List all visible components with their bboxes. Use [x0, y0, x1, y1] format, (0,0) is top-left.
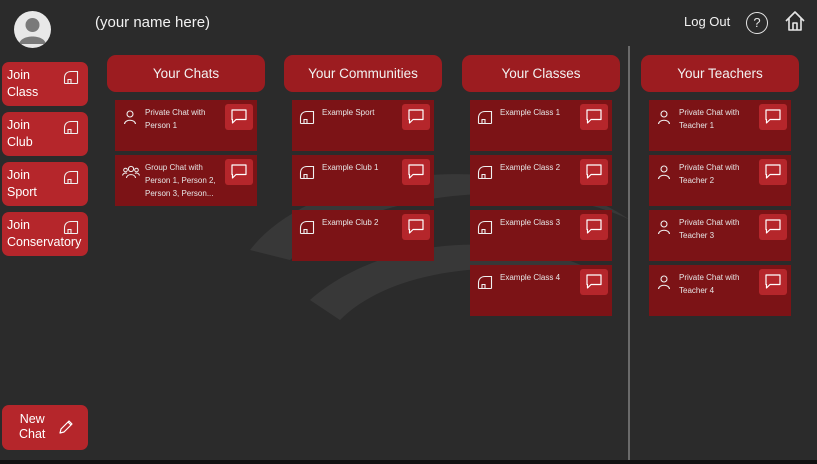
- open-chat-button[interactable]: [580, 104, 608, 130]
- card-title: Example Class 2: [500, 163, 561, 172]
- teachers-card[interactable]: Private Chat with Teacher 1: [649, 100, 791, 151]
- join-club-button[interactable]: Join Club: [2, 112, 88, 156]
- help-icon[interactable]: ?: [746, 12, 768, 34]
- column-header-chats[interactable]: Your Chats: [107, 55, 265, 92]
- join-class-label: Join Class: [7, 68, 39, 99]
- hall-icon: [477, 109, 493, 125]
- card-title: Private Chat with Teacher 2: [679, 163, 740, 185]
- join-sport-label: Join Sport: [7, 168, 37, 199]
- card-title: Example Club 2: [322, 218, 379, 227]
- teachers-card[interactable]: Private Chat with Teacher 2: [649, 155, 791, 206]
- hall-icon: [299, 164, 315, 180]
- hall-icon: [477, 274, 493, 290]
- new-chat-button[interactable]: New Chat: [2, 405, 88, 450]
- card-title: Example Sport: [322, 108, 375, 117]
- join-club-label: Join Club: [7, 118, 33, 149]
- column-header-teachers[interactable]: Your Teachers: [641, 55, 799, 92]
- card-title: Private Chat with Teacher 3: [679, 218, 740, 240]
- hall-icon: [63, 119, 79, 135]
- pencil-icon: [59, 420, 73, 434]
- person-icon: [656, 109, 672, 125]
- column-divider: [628, 46, 630, 460]
- card-title: Example Class 4: [500, 273, 561, 282]
- open-chat-button[interactable]: [580, 214, 608, 240]
- card-title: Private Chat with Person 1: [145, 108, 206, 130]
- new-chat-label: New Chat: [19, 412, 46, 441]
- column-header-communities[interactable]: Your Communities: [284, 55, 442, 92]
- classes-card[interactable]: Example Class 1: [470, 100, 612, 151]
- person-icon: [656, 274, 672, 290]
- open-chat-button[interactable]: [402, 104, 430, 130]
- bottom-bar: [0, 460, 817, 464]
- open-chat-button[interactable]: [759, 159, 787, 185]
- hall-icon: [63, 219, 79, 235]
- hall-icon: [299, 109, 315, 125]
- open-chat-button[interactable]: [759, 214, 787, 240]
- avatar[interactable]: [14, 11, 51, 48]
- logout-link[interactable]: Log Out: [684, 14, 730, 29]
- column-header-classes[interactable]: Your Classes: [462, 55, 620, 92]
- group-icon: [122, 164, 140, 180]
- teachers-card[interactable]: Private Chat with Teacher 3: [649, 210, 791, 261]
- card-title: Group Chat with Person 1, Person 2, Pers…: [145, 163, 216, 198]
- open-chat-button[interactable]: [402, 159, 430, 185]
- open-chat-button[interactable]: [402, 214, 430, 240]
- person-icon: [122, 109, 138, 125]
- chats-card[interactable]: Private Chat with Person 1: [115, 100, 257, 151]
- open-chat-button[interactable]: [759, 104, 787, 130]
- hall-icon: [299, 219, 315, 235]
- hall-icon: [477, 219, 493, 235]
- card-title: Example Club 1: [322, 163, 379, 172]
- classes-card[interactable]: Example Class 2: [470, 155, 612, 206]
- open-chat-button[interactable]: [225, 159, 253, 185]
- open-chat-button[interactable]: [580, 159, 608, 185]
- home-icon[interactable]: [784, 10, 806, 32]
- chats-card[interactable]: Group Chat with Person 1, Person 2, Pers…: [115, 155, 257, 206]
- communities-card[interactable]: Example Club 1: [292, 155, 434, 206]
- classes-card[interactable]: Example Class 4: [470, 265, 612, 316]
- communities-card[interactable]: Example Club 2: [292, 210, 434, 261]
- communities-card[interactable]: Example Sport: [292, 100, 434, 151]
- hall-icon: [63, 69, 79, 85]
- join-sport-button[interactable]: Join Sport: [2, 162, 88, 206]
- join-class-button[interactable]: Join Class: [2, 62, 88, 106]
- user-name: (your name here): [95, 14, 211, 31]
- card-title: Private Chat with Teacher 4: [679, 273, 740, 295]
- open-chat-button[interactable]: [580, 269, 608, 295]
- person-icon: [656, 164, 672, 180]
- card-title: Example Class 3: [500, 218, 561, 227]
- hall-icon: [63, 169, 79, 185]
- card-title: Example Class 1: [500, 108, 561, 117]
- classes-card[interactable]: Example Class 3: [470, 210, 612, 261]
- card-title: Private Chat with Teacher 1: [679, 108, 740, 130]
- open-chat-button[interactable]: [759, 269, 787, 295]
- open-chat-button[interactable]: [225, 104, 253, 130]
- teachers-card[interactable]: Private Chat with Teacher 4: [649, 265, 791, 316]
- hall-icon: [477, 164, 493, 180]
- person-icon: [656, 219, 672, 235]
- join-conservatory-button[interactable]: Join Conservatory: [2, 212, 88, 256]
